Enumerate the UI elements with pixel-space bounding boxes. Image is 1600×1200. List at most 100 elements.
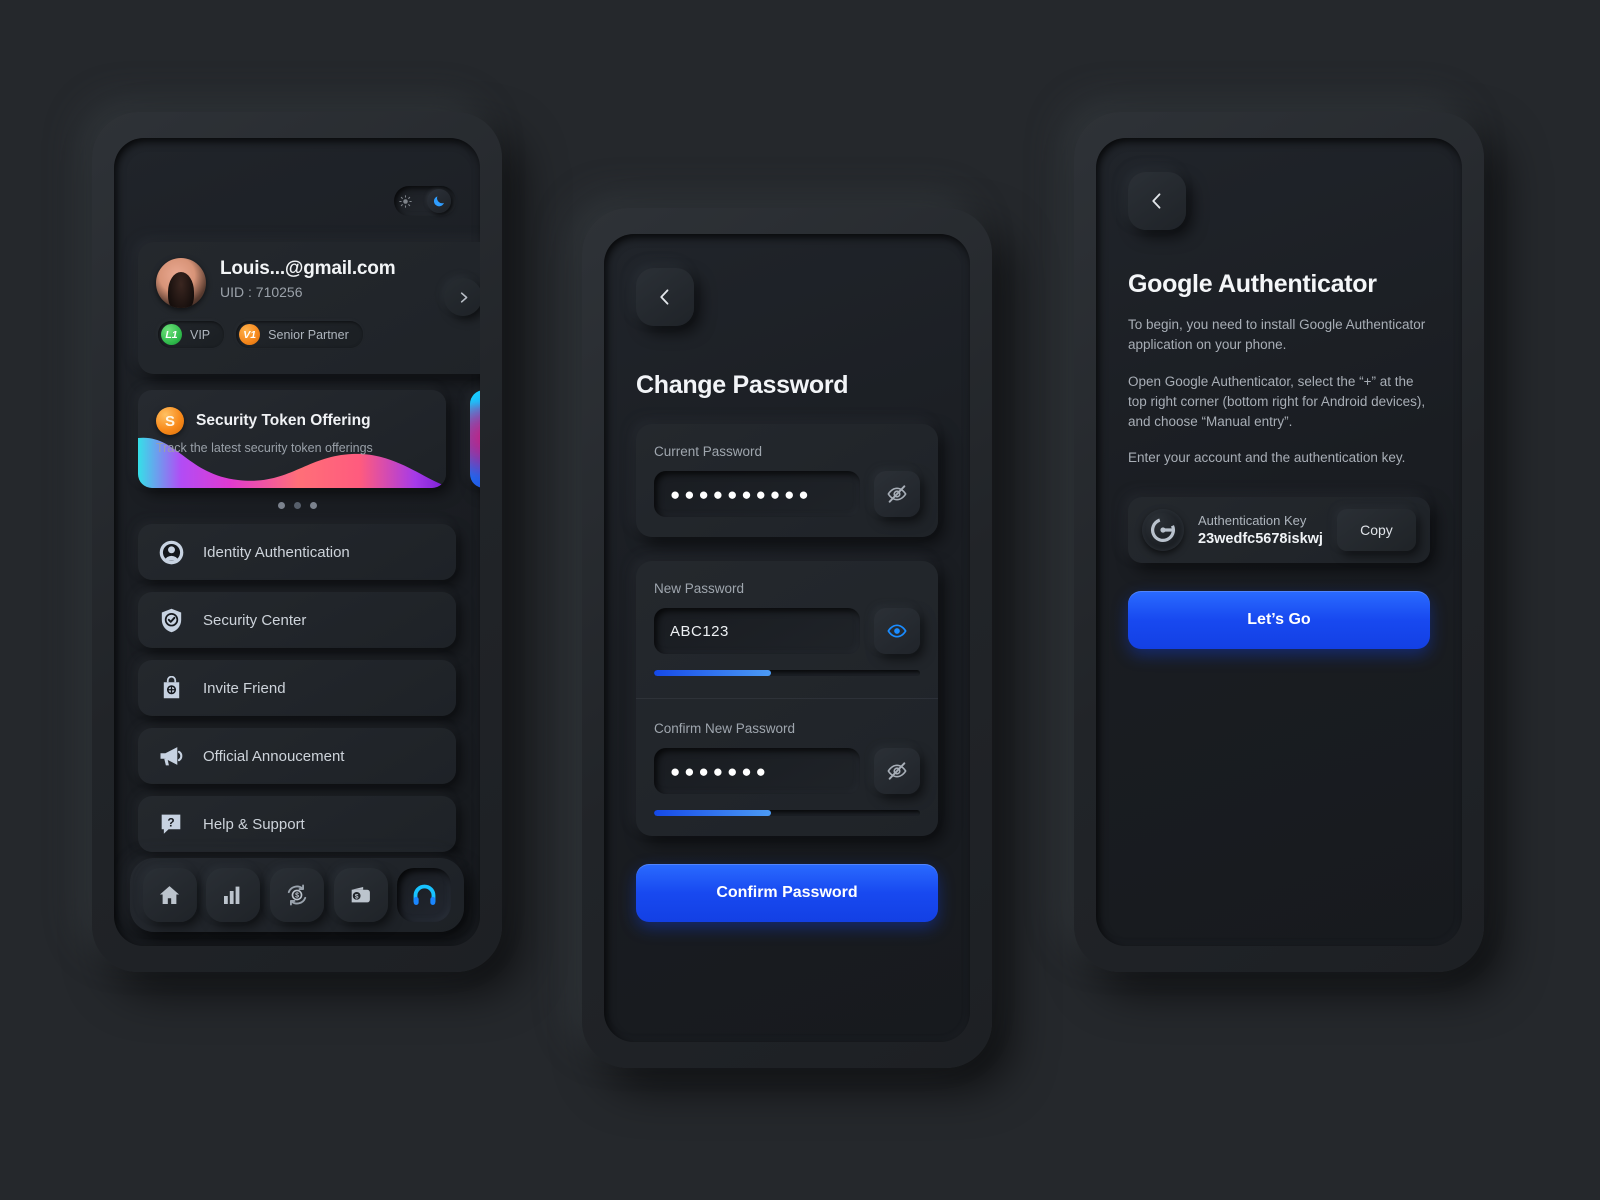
carousel-dot[interactable]: [277, 502, 285, 509]
menu-item-label: Invite Friend: [203, 679, 286, 697]
menu-item-security-center[interactable]: Security Center: [138, 592, 456, 648]
badge-label: VIP: [190, 327, 211, 342]
sun-icon: [399, 194, 412, 208]
strength-meter-fill: [654, 810, 772, 816]
phone-frame-google-authenticator: Google Authenticator To begin, you need …: [1074, 112, 1484, 972]
authentication-key-label: Authentication Key: [1198, 512, 1307, 528]
toggle-knob: [427, 189, 451, 213]
lets-go-button[interactable]: Let’s Go: [1128, 590, 1430, 649]
gift-bag-icon: [156, 673, 186, 703]
page-title: Change Password: [636, 371, 849, 399]
eye-off-icon: [887, 485, 907, 503]
svg-text:$: $: [295, 893, 299, 900]
menu-item-invite-friend[interactable]: Invite Friend: [138, 660, 456, 716]
current-password-input[interactable]: ●●●●●●●●●●: [654, 471, 860, 517]
moon-icon: [433, 196, 444, 207]
back-button[interactable]: [1128, 172, 1186, 230]
instruction-paragraph-1: To begin, you need to install Google Aut…: [1128, 317, 1426, 353]
google-authenticator-icon: [1142, 508, 1184, 551]
profile-badges: L1 VIP V1 Senior Partner: [156, 321, 480, 348]
new-password-strength-meter: [654, 670, 920, 676]
tab-exchange[interactable]: $: [269, 868, 324, 922]
phone1-screen: Louis...@gmail.com UID : 710256 L1 VIP V…: [114, 138, 480, 946]
chevron-left-icon: [1152, 193, 1161, 209]
confirm-password-visibility-toggle[interactable]: [874, 748, 920, 794]
token-coin-icon: S: [156, 407, 184, 435]
current-password-card: Current Password ●●●●●●●●●●: [636, 424, 938, 537]
menu-item-identity-authentication[interactable]: Identity Authentication: [138, 524, 456, 580]
current-password-label: Current Password: [654, 444, 763, 459]
svg-text:$: $: [354, 893, 358, 900]
new-password-label: New Password: [654, 581, 745, 596]
carousel-dot[interactable]: [293, 502, 301, 509]
carousel-dot[interactable]: [309, 502, 317, 509]
confirm-password-strength-meter: [654, 810, 920, 816]
authentication-key-value: 23wedfc5678iskwj: [1198, 530, 1323, 547]
new-password-visibility-toggle[interactable]: [874, 608, 920, 654]
authentication-key-card: Authentication Key 23wedfc5678iskwj Copy: [1128, 496, 1430, 563]
avatar: [156, 258, 206, 308]
home-icon: [160, 885, 180, 904]
phone-frame-change-password: Change Password Current Password ●●●●●●●…: [582, 208, 992, 1068]
tab-wallet[interactable]: $: [333, 868, 388, 922]
banner-security-token-offering[interactable]: S Security Token Offering Track the late…: [138, 390, 446, 488]
tab-support[interactable]: [397, 868, 452, 922]
screenshot-stage: Louis...@gmail.com UID : 710256 L1 VIP V…: [0, 0, 1600, 1200]
eye-off-icon: [887, 762, 907, 780]
new-password-input[interactable]: ABC123: [654, 608, 860, 654]
back-button[interactable]: [636, 268, 694, 326]
phone-frame-profile: Louis...@gmail.com UID : 710256 L1 VIP V…: [92, 112, 502, 972]
eye-icon: [887, 624, 907, 638]
wallet-dollar-icon: $: [351, 886, 370, 903]
confirm-password-input[interactable]: ●●●●●●●: [654, 748, 860, 794]
megaphone-icon: [156, 741, 186, 771]
badge-label: Senior Partner: [268, 327, 349, 342]
badge-level-icon: V1: [239, 324, 261, 345]
profile-email: Louis...@gmail.com: [220, 258, 396, 279]
question-bubble-icon: ?: [156, 809, 186, 839]
profile-card[interactable]: Louis...@gmail.com UID : 710256 L1 VIP V…: [138, 242, 480, 374]
banner-subtitle: Track the latest security token offering…: [156, 441, 373, 455]
instruction-paragraph-3: Enter your account and the authenticatio…: [1128, 450, 1406, 466]
banner-carousel: S Security Token Offering Track the late…: [138, 390, 480, 488]
strength-meter-fill: [654, 670, 772, 676]
exchange-dollar-icon: $: [287, 884, 307, 906]
menu-item-label: Help & Support: [203, 815, 305, 833]
current-password-value: ●●●●●●●●●●: [670, 484, 813, 504]
copy-button[interactable]: Copy: [1336, 508, 1416, 551]
instruction-paragraph-2: Open Google Authenticator, select the “+…: [1128, 373, 1426, 430]
page-title: Google Authenticator: [1128, 270, 1377, 298]
new-password-card: New Password ABC123 Confirm New Password…: [636, 561, 938, 836]
phone2-screen: Change Password Current Password ●●●●●●●…: [604, 234, 970, 1042]
banner-invite-promo[interactable]: Inv 150 Lea: [470, 390, 480, 488]
menu-item-official-annoucement[interactable]: Official Annoucement: [138, 728, 456, 784]
tab-home[interactable]: [142, 868, 197, 922]
headset-icon: [413, 884, 436, 905]
divider: [636, 698, 938, 699]
carousel-indicator: [114, 502, 480, 509]
phone3-screen: Google Authenticator To begin, you need …: [1096, 138, 1462, 946]
chevron-left-icon: [660, 289, 669, 305]
current-password-visibility-toggle[interactable]: [874, 471, 920, 517]
confirm-password-button[interactable]: Confirm Password: [636, 864, 938, 922]
tab-markets[interactable]: [206, 868, 261, 922]
menu-item-label: Identity Authentication: [203, 543, 350, 561]
badge-level-icon: L1: [161, 324, 182, 345]
menu-item-help-support[interactable]: ? Help & Support: [138, 796, 456, 852]
banner-title: Security Token Offering: [196, 412, 371, 429]
new-password-value: ABC123: [670, 622, 729, 640]
badge-vip: L1 VIP: [158, 321, 225, 348]
confirm-password-label: Confirm New Password: [654, 721, 796, 736]
badge-senior-partner: V1 Senior Partner: [236, 321, 363, 348]
bottom-tab-bar: $ $: [130, 858, 464, 932]
profile-detail-button[interactable]: [444, 278, 480, 316]
profile-uid: UID : 710256: [220, 284, 303, 300]
menu-item-label: Official Annoucement: [203, 747, 345, 765]
menu-item-label: Security Center: [203, 611, 307, 629]
bar-chart-icon: [224, 886, 240, 904]
chevron-right-icon: [460, 291, 467, 303]
confirm-password-value: ●●●●●●●: [670, 761, 770, 781]
dark-mode-toggle[interactable]: [394, 186, 456, 216]
shield-check-icon: [156, 605, 186, 635]
user-circle-icon: [156, 537, 186, 567]
